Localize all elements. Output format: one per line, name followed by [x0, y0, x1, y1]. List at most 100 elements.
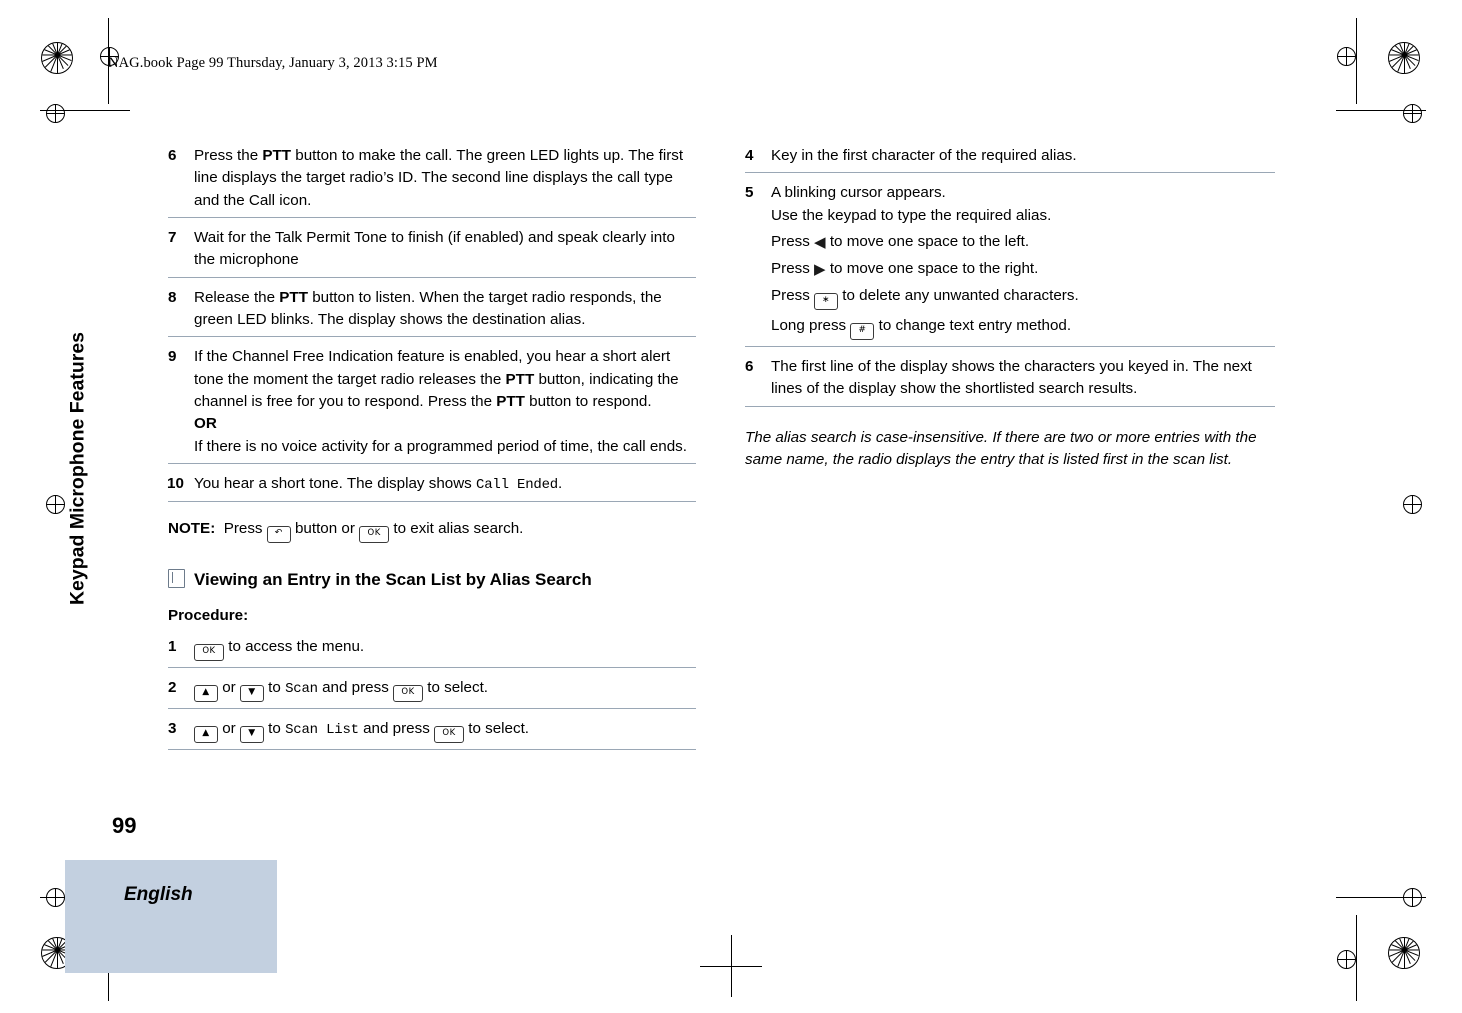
registration-mark-mid-right — [1403, 104, 1422, 123]
display-text-call-ended: Call Ended — [476, 477, 559, 494]
press-tail: to move one space to the left. — [825, 233, 1030, 251]
step-number: 3 — [168, 720, 177, 738]
registration-mark-left-center — [46, 495, 65, 514]
step-text: A blinking cursor appears. Use the keypa… — [771, 184, 1079, 341]
up-key-icon: ▲ — [194, 685, 218, 703]
note-row: NOTE: Press ↶ button or OK to exit alias… — [168, 518, 696, 544]
conj-or: or — [218, 679, 240, 697]
book-icon — [168, 568, 185, 588]
step-number: 6 — [168, 147, 177, 164]
step-number: 7 — [168, 229, 177, 247]
crop-mark-center-bottom-h — [700, 966, 762, 967]
conj-or: or — [218, 720, 240, 738]
right-arrow-key-icon: ▶ — [814, 261, 826, 279]
registration-mark-bottom-right — [1337, 950, 1356, 969]
step-text: The first line of the display shows the … — [771, 358, 1252, 398]
hash-key-icon: # — [850, 323, 875, 341]
press-tail: to move one space to the right. — [825, 260, 1039, 278]
star-key-icon: ∗ — [814, 293, 839, 311]
step-text: ▲ or ▼ to Scan and press OK to select. — [194, 679, 488, 703]
registration-mark-mid-left — [46, 104, 65, 123]
menu-item-scan-list: Scan List — [285, 722, 359, 739]
step-number: 4 — [745, 147, 754, 164]
section-heading: Viewing an Entry in the Scan List by Ali… — [168, 568, 696, 593]
italic-note: The alias search is case-insensitive. If… — [745, 428, 1257, 469]
step-number: 9 — [168, 348, 177, 366]
step-text: Release the PTT button to listen. When t… — [194, 288, 662, 329]
or-bold: OR — [194, 415, 217, 433]
step-number: 5 — [745, 184, 754, 202]
step-item: 9 If the Channel Free Indication feature… — [168, 346, 696, 465]
down-key-icon: ▼ — [239, 685, 264, 703]
crop-mark-top-right-v — [1356, 18, 1357, 104]
language-tab-label: English — [124, 884, 193, 905]
right-column: 4 Key in the first character of the requ… — [745, 145, 1275, 472]
menu-ok-key-icon: OK — [434, 726, 465, 744]
press-label: Press — [771, 287, 815, 305]
step-text: ▲ or ▼ to Scan List and press OK to sele… — [194, 720, 530, 744]
step-item: 6 The first line of the display shows th… — [745, 356, 1275, 407]
long-press-label: Long press — [771, 317, 851, 335]
and-press: and press — [317, 679, 394, 697]
step-number: 1 — [168, 638, 177, 656]
step-line: Use the keypad to type the required alia… — [771, 206, 1052, 224]
note-text-after: to exit alias search. — [389, 519, 524, 537]
step-text: Press the PTT button to make the call. T… — [194, 147, 684, 209]
language-tab-block — [65, 860, 277, 973]
menu-ok-key-icon: OK — [393, 685, 424, 703]
ptt-bold: PTT — [279, 288, 308, 306]
note-text-before: Press — [223, 519, 267, 537]
starburst-mark-top-right — [1388, 42, 1420, 74]
registration-mark-bottom-mid-right — [1403, 888, 1422, 907]
step-number: 8 — [168, 288, 177, 306]
step-number: 10 — [167, 475, 184, 493]
menu-item-scan: Scan — [285, 681, 318, 698]
press-label: Press — [771, 260, 815, 278]
step-item: 7 Wait for the Talk Permit Tone to finis… — [168, 227, 696, 278]
step-item: 10 You hear a short tone. The display sh… — [167, 473, 696, 502]
back-key-icon: ↶ — [266, 525, 291, 543]
step-text-continued: If there is no voice activity for a prog… — [194, 437, 687, 455]
step-number: 6 — [745, 358, 754, 376]
down-key-icon: ▼ — [239, 726, 264, 744]
step-text-tail: to access the menu. — [224, 638, 365, 656]
and-press: and press — [358, 720, 435, 738]
note-text-middle: button or — [290, 519, 360, 537]
left-arrow-key-icon: ◀ — [814, 234, 826, 252]
step-item: 5 A blinking cursor appears. Use the key… — [745, 182, 1275, 348]
to-word: to — [263, 720, 286, 738]
ptt-bold: PTT — [496, 393, 525, 411]
note-label: NOTE: — [168, 519, 216, 537]
procedure-step: 2 ▲ or ▼ to Scan and press OK to select. — [168, 677, 696, 710]
starburst-mark-bottom-right — [1388, 937, 1420, 969]
page-number: 99 — [112, 813, 137, 838]
procedure-label: Procedure: — [168, 606, 249, 624]
step-text: Wait for the Talk Permit Tone to finish … — [194, 229, 675, 269]
procedure-step: 1 OK to access the menu. — [168, 636, 696, 669]
section-heading-text: Viewing an Entry in the Scan List by Ali… — [194, 569, 592, 589]
menu-ok-key-icon: OK — [194, 644, 224, 662]
step-item: 4 Key in the first character of the requ… — [745, 145, 1275, 174]
press-tail: to delete any unwanted characters. — [838, 287, 1079, 305]
document-page: NAG.book Page 99 Thursday, January 3, 20… — [0, 0, 1462, 1013]
starburst-mark-top-left — [41, 42, 73, 74]
step-text: OK to access the menu. — [194, 638, 365, 662]
crop-mark-bottom-right-v — [1356, 915, 1357, 1001]
to-select: to select. — [464, 720, 530, 738]
left-column: 6 Press the PTT button to make the call.… — [167, 145, 696, 759]
step-item: 6 Press the PTT button to make the call.… — [168, 145, 696, 219]
procedure-step: 3 ▲ or ▼ to Scan List and press OK to se… — [168, 718, 696, 751]
registration-mark-top-right — [1337, 47, 1356, 66]
step-text: You hear a short tone. The display shows… — [194, 475, 563, 494]
step-text: If the Channel Free Indication feature i… — [194, 348, 687, 455]
menu-ok-key-icon: OK — [359, 525, 390, 543]
long-press-tail: to change text entry method. — [874, 317, 1072, 335]
ptt-bold: PTT — [262, 147, 292, 164]
registration-mark-right-center — [1403, 495, 1422, 514]
chapter-title-vertical: Keypad Microphone Features — [66, 331, 89, 606]
up-key-icon: ▲ — [194, 726, 218, 744]
to-word: to — [263, 679, 286, 697]
press-label: Press — [771, 233, 815, 251]
step-number: 2 — [168, 679, 177, 697]
file-header-line: NAG.book Page 99 Thursday, January 3, 20… — [108, 55, 438, 71]
